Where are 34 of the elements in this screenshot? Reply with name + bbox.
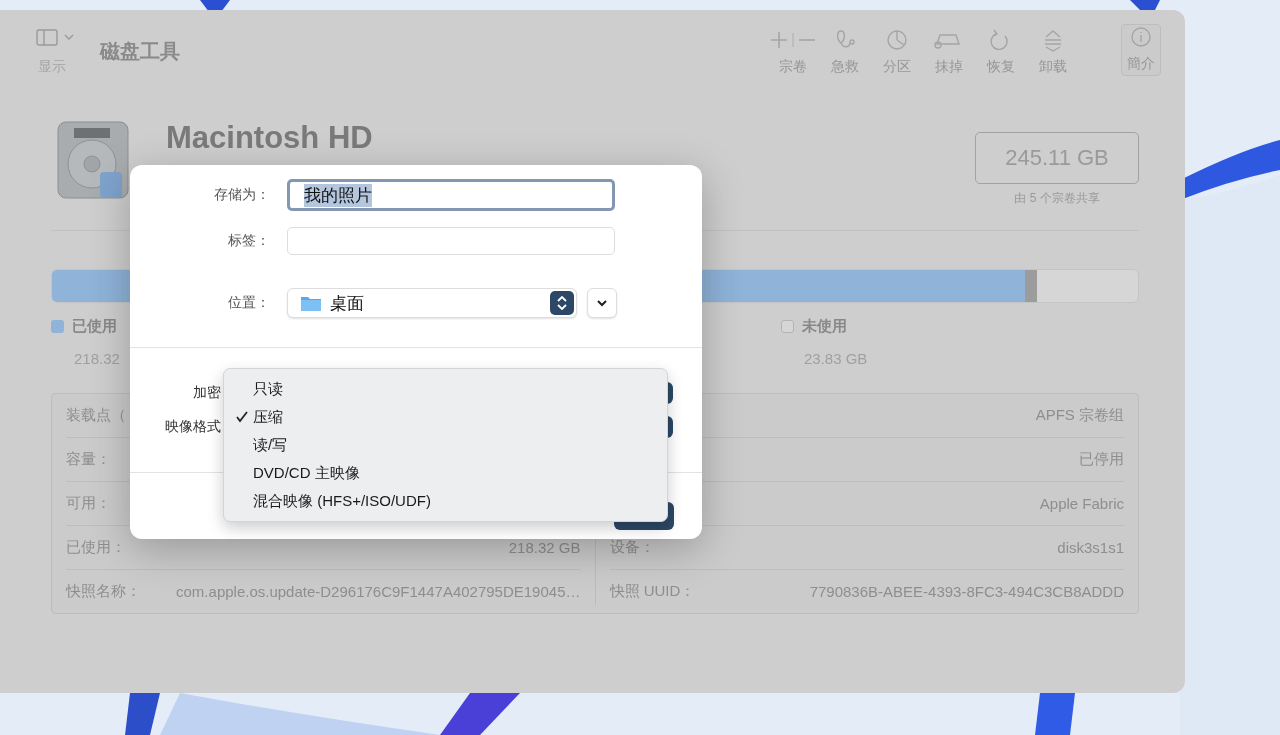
menu-item[interactable]: 只读 <box>224 375 667 403</box>
input-field[interactable]: 我的照片 <box>287 179 615 211</box>
other-segment <box>1025 270 1038 302</box>
menu-item[interactable]: 压缩 <box>224 403 667 431</box>
stepper-icon <box>550 291 574 315</box>
location-popup[interactable]: 桌面 <box>287 288 577 318</box>
info-value: Apple Fabric <box>1039 495 1124 512</box>
hard-drive-icon <box>56 120 132 202</box>
legend-label: 未使用 <box>802 317 847 336</box>
folder-icon <box>300 294 322 312</box>
info-value: 7790836B-ABEE-4393-8FC3-494C3CB8ADDD <box>809 583 1124 600</box>
menu-item[interactable]: 混合映像 (HFS+/ISO/UDF) <box>224 487 667 515</box>
info-label: 快照名称： <box>66 582 141 601</box>
info-value: APFS 宗卷组 <box>1035 406 1124 425</box>
menu-item[interactable]: DVD/CD 主映像 <box>224 459 667 487</box>
chevron-down-icon <box>596 299 608 307</box>
field-label: 存储为： <box>213 186 270 204</box>
window-title: 磁盘工具 <box>100 39 180 64</box>
field-label: 位置： <box>227 294 270 312</box>
option-label: 加密 <box>192 384 221 402</box>
info-label: 快照 UUID： <box>609 582 696 601</box>
expand-button[interactable] <box>587 288 617 318</box>
legend-label: 已使用 <box>72 317 117 336</box>
field-label: 标签： <box>227 232 270 250</box>
info-label: 容量： <box>66 450 111 469</box>
info-value: com.apple.os.update-D296176C9F1447A402795DE19045… <box>176 583 581 600</box>
info-label: 已使用： <box>66 538 126 557</box>
disk-name: Macintosh HD <box>166 120 373 155</box>
info-value: disk3s1s1 <box>1057 539 1124 556</box>
option-label: 映像格式 <box>164 418 221 436</box>
input-field[interactable] <box>287 227 615 255</box>
info-value: 已停用 <box>1079 450 1124 469</box>
info-label: 装载点（ <box>66 406 126 425</box>
menu-item[interactable]: 读/写 <box>224 431 667 459</box>
